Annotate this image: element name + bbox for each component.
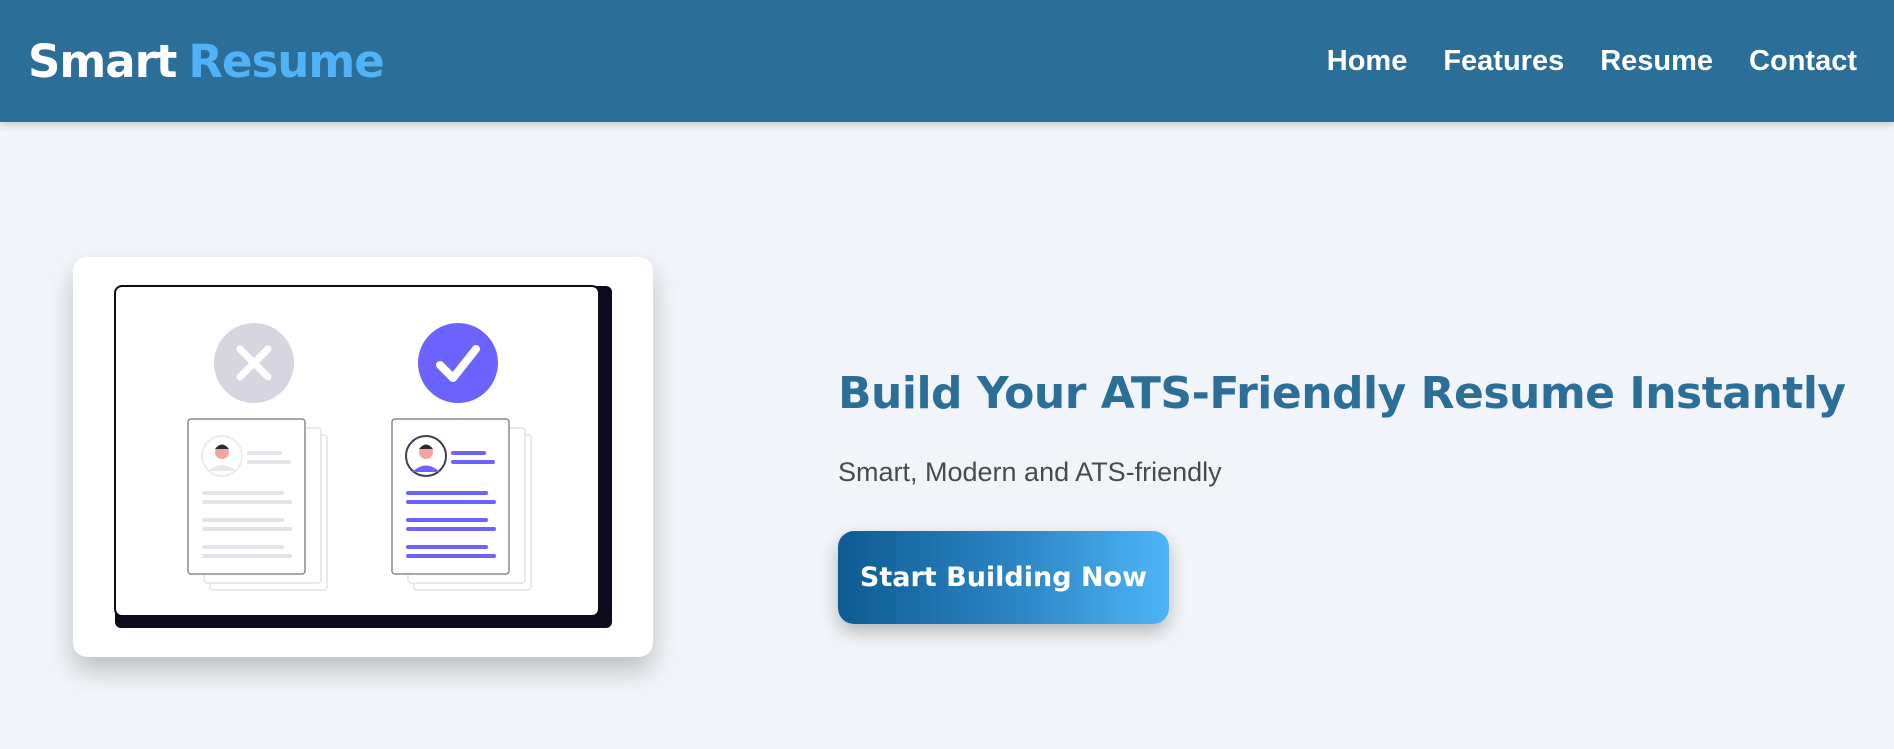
hero-illustration-card (73, 257, 653, 657)
approved-resume-doc (391, 418, 532, 591)
brand-text-primary: Smart (28, 34, 177, 88)
hero-text-block: Build Your ATS-Friendly Resume Instantly… (838, 368, 1858, 488)
nav-link-resume[interactable]: Resume (1600, 45, 1713, 78)
hero-title: Build Your ATS-Friendly Resume Instantly (838, 368, 1846, 419)
top-navbar: Smart Resume Home Features Resume Contac… (0, 0, 1894, 122)
start-building-button[interactable]: Start Building Now (838, 531, 1169, 624)
resume-comparison-illustration (114, 285, 612, 628)
nav-link-features[interactable]: Features (1443, 45, 1564, 78)
nav-link-home[interactable]: Home (1327, 45, 1408, 78)
check-icon (418, 323, 498, 403)
nav-menu: Home Features Resume Contact (1327, 45, 1857, 78)
brand-text-accent: Resume (188, 34, 384, 88)
x-icon (214, 323, 294, 403)
nav-link-contact[interactable]: Contact (1749, 45, 1857, 78)
brand-logo[interactable]: Smart Resume (28, 34, 385, 88)
rejected-resume-doc (187, 418, 328, 591)
hero-subtitle: Smart, Modern and ATS-friendly (838, 457, 1222, 487)
